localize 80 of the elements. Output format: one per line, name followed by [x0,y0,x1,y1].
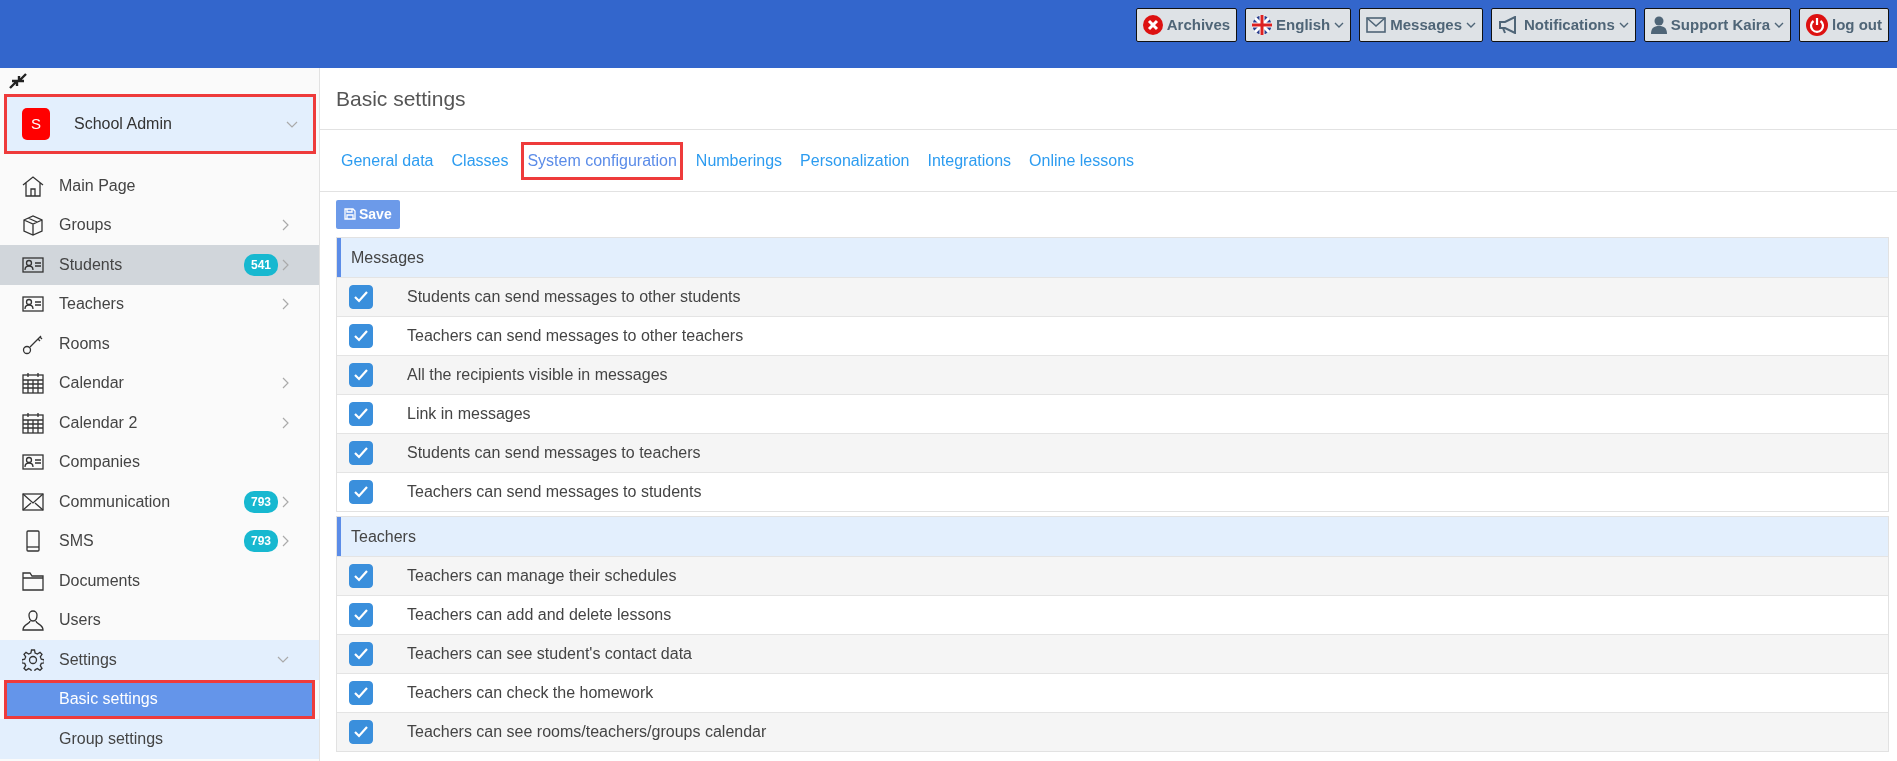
close-icon [1142,15,1163,35]
option-label: Teachers can send messages to students [407,482,702,502]
envelope-icon [1366,17,1387,33]
checkbox[interactable] [349,564,373,588]
option-label: Teachers can see student's contact data [407,644,692,664]
option-label: Link in messages [407,404,531,424]
user-icon [1650,16,1667,34]
sidebar-item[interactable]: Documents [0,561,319,601]
option-label: Teachers can see rooms/teachers/groups calendar [407,722,767,742]
count-badge: 541 [243,253,278,276]
count-badge: 793 [243,530,278,553]
checkmark-icon [354,687,368,699]
home-icon [22,174,44,197]
checkbox[interactable] [349,324,373,348]
checkmark-icon [354,486,368,498]
option-label: Teachers can check the homework [407,683,654,703]
checkmark-icon [354,570,368,582]
option-label: Teachers can manage their schedules [407,566,677,586]
folder-icon [22,570,44,591]
option-label: Students can send messages to other students [407,287,741,307]
top-bar-button[interactable]: log out [1799,8,1889,42]
collapse-icon [8,72,28,90]
option-label: All the recipients visible in messages [407,365,668,385]
sidebar-item[interactable]: Teachers [0,284,319,324]
option-label: Students can send messages to teachers [407,443,701,463]
school-selector[interactable]: S School Admin [4,94,316,154]
sidebar-item[interactable]: Calendar [0,363,319,403]
id-card-icon [22,295,44,314]
sidebar-item[interactable]: Users [0,600,319,640]
checkmark-icon [354,609,368,621]
id-card-icon [22,255,44,274]
settings-icon [22,648,44,671]
sidebar-item[interactable]: Communication 793 [0,482,319,522]
checkmark-icon [354,408,368,420]
envelope-icon [22,492,44,511]
checkbox[interactable] [349,720,373,744]
sidebar-item[interactable]: Companies [0,442,319,482]
sidebar-item[interactable]: Rooms [0,324,319,364]
top-bar-button[interactable]: English [1245,8,1352,42]
checkbox[interactable] [349,285,373,309]
sidebar-item[interactable]: Students 541 [0,245,319,285]
sidebar-item[interactable]: Settings [0,640,319,680]
sidebar-item[interactable]: SMS 793 [0,521,319,561]
box-icon [22,214,44,237]
option-label: Teachers can send messages to other teachers [407,326,744,346]
option-label: Teachers can add and delete lessons [407,605,672,625]
checkbox[interactable] [349,480,373,504]
checkbox[interactable] [349,441,373,465]
sidebar-item[interactable]: Groups [0,205,319,245]
checkmark-icon [354,330,368,342]
checkmark-icon [354,726,368,738]
checkmark-icon [354,447,368,459]
top-bar-button[interactable]: Archives [1135,8,1238,42]
save-icon [344,208,356,220]
sidebar-item[interactable]: Calendar 2 [0,403,319,443]
checkbox[interactable] [349,642,373,666]
power-icon [1806,14,1828,36]
calendar-icon [22,372,44,395]
chevron-icon [286,120,298,128]
id-card-icon [22,453,44,472]
user-icon [22,609,44,632]
checkbox[interactable] [349,603,373,627]
flag-icon [1252,15,1273,35]
count-badge: 793 [243,490,278,513]
sidebar-subitem[interactable]: Group settings [0,719,319,759]
section-header: Messages [337,238,1888,277]
sidebar-item[interactable]: Main Page [0,166,319,206]
top-bar-button[interactable]: Notifications [1491,8,1636,42]
page-title: Basic settings [336,85,466,112]
school-initial-icon: S [22,108,50,140]
checkbox[interactable] [349,681,373,705]
section-header: Teachers [337,517,1888,556]
top-bar-button[interactable]: Messages [1359,8,1483,42]
checkbox[interactable] [349,402,373,426]
calendar-icon [22,411,44,434]
top-bar-button[interactable]: Support Kaira [1643,8,1791,42]
checkmark-icon [354,291,368,303]
checkmark-icon [354,648,368,660]
checkbox[interactable] [349,363,373,387]
checkmark-icon [354,369,368,381]
